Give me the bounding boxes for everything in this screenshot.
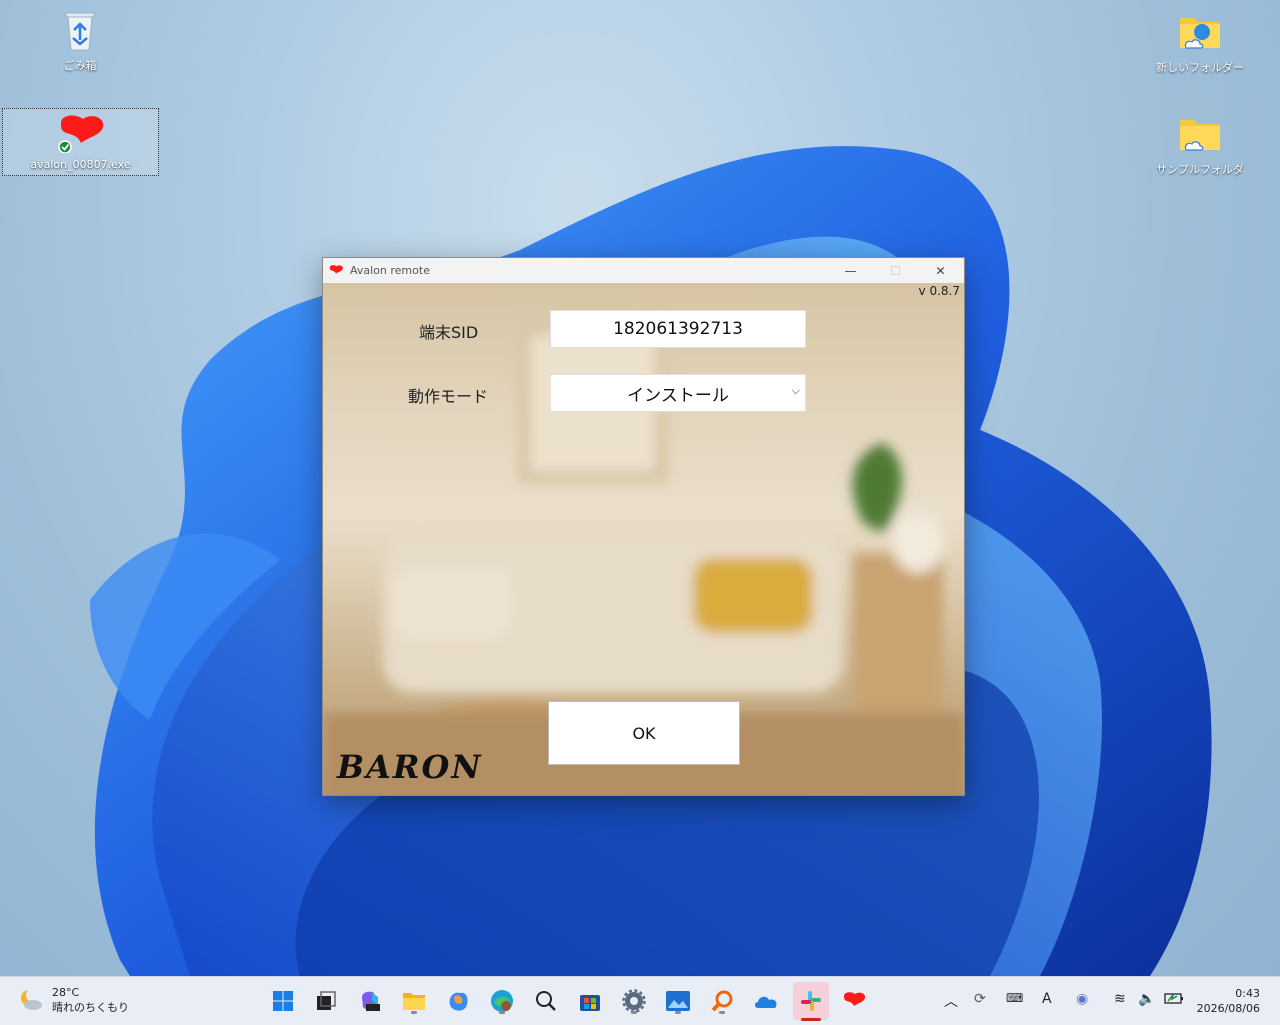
onedrive-button[interactable]	[751, 986, 781, 1016]
active-indicator	[801, 1018, 821, 1021]
store-icon	[580, 995, 600, 1011]
file-explorer-icon	[403, 993, 425, 1010]
sid-field[interactable]: 182061392713	[550, 310, 806, 348]
desktop-icon-new-folder[interactable]: 新しいフォルダー	[1150, 10, 1250, 74]
ok-button[interactable]: OK	[548, 701, 740, 765]
m365-button[interactable]	[355, 986, 385, 1016]
search-button[interactable]	[531, 986, 561, 1016]
baron-logo: BARON	[337, 748, 483, 786]
folder-icon	[1180, 18, 1220, 49]
taskbar: 28°C 晴れのちくもり ︿ ⟳ ⌨ A ◉ ≋ 🔈 0:43 2026/08/…	[0, 976, 1280, 1025]
desktop-icon-label: avalon_00807.exe	[30, 158, 131, 171]
minimize-button[interactable]: —	[828, 258, 873, 283]
ime-indicator[interactable]: A	[1042, 991, 1052, 1007]
edge-button[interactable]	[487, 986, 517, 1016]
photos-icon	[666, 991, 690, 1011]
clock-date: 2026/08/06	[1196, 1002, 1260, 1015]
volume-icon[interactable]: 🔈	[1138, 991, 1155, 1007]
avalon-remote-window: Avalon remote — ☐ ✕ v 0.8.7 端末SID 182061…	[322, 257, 965, 796]
desktop-icon-label: ごみ箱	[63, 59, 97, 72]
search-tool-button[interactable]	[707, 986, 737, 1016]
task-view-button[interactable]	[311, 986, 341, 1016]
chevron-down-icon: ⌵	[791, 384, 800, 397]
slack-icon	[801, 991, 821, 1011]
running-indicator	[411, 1011, 417, 1014]
avalon-taskbar-button[interactable]	[839, 986, 869, 1016]
recycle-bin-icon	[65, 12, 95, 51]
weather-widget[interactable]: 28°C 晴れのちくもり	[18, 985, 129, 1015]
weather-desc: 晴れのちくもり	[52, 1001, 129, 1014]
user-tray-icon[interactable]: ◉	[1076, 991, 1088, 1007]
sid-label: 端末SID	[419, 323, 479, 342]
search-tool-icon	[711, 990, 733, 1012]
sid-value: 182061392713	[613, 319, 743, 339]
avalon-app-icon	[329, 265, 343, 274]
copilot-icon	[449, 992, 468, 1011]
running-indicator	[675, 1011, 681, 1014]
weather-moon-cloud-icon	[21, 988, 42, 1010]
photos-button[interactable]	[663, 986, 693, 1016]
start-icon	[273, 991, 293, 1011]
running-indicator	[631, 1011, 637, 1014]
copilot-button[interactable]	[443, 986, 473, 1016]
window-client-area: v 0.8.7 端末SID 182061392713 動作モード インストール …	[323, 283, 964, 795]
avalon-app-icon	[57, 115, 103, 154]
maximize-button[interactable]: ☐	[873, 258, 918, 283]
desktop-icon-label: 新しいフォルダー	[1156, 61, 1244, 74]
m365-icon	[362, 991, 380, 1011]
task-view-icon	[317, 991, 336, 1010]
window-titlebar[interactable]: Avalon remote — ☐ ✕	[323, 258, 964, 283]
running-indicator	[499, 1011, 505, 1014]
logo-text: BARON	[337, 748, 483, 786]
window-title: Avalon remote	[350, 264, 430, 277]
desktop-icon-avalon-exe[interactable]: avalon_00807.exe	[2, 108, 159, 176]
battery-icon[interactable]	[1164, 991, 1184, 1009]
onedrive-icon	[755, 996, 777, 1008]
keyboard-icon[interactable]: ⌨	[1006, 991, 1023, 1005]
settings-button[interactable]	[619, 986, 649, 1016]
mode-label: 動作モード	[408, 387, 489, 406]
running-indicator	[719, 1011, 725, 1014]
desktop-icon-sample-folder[interactable]: サンプルフォルダ	[1150, 112, 1250, 176]
avalon-app-icon	[844, 992, 866, 1006]
slack-button[interactable]	[793, 982, 829, 1021]
version-text: v 0.8.7	[918, 284, 960, 298]
mode-select[interactable]: インストール ⌵	[550, 374, 806, 412]
folder-icon	[1180, 120, 1220, 151]
search-icon	[536, 991, 556, 1011]
start-button[interactable]	[268, 986, 298, 1016]
chevron-up-icon[interactable]: ︿	[944, 991, 958, 1011]
desktop-icon-label: サンプルフォルダ	[1156, 163, 1244, 176]
ok-button-label: OK	[632, 723, 656, 743]
mode-value: インストール	[627, 385, 729, 406]
clock[interactable]: 0:43 2026/08/06	[1197, 986, 1260, 1016]
close-button[interactable]: ✕	[918, 258, 963, 283]
file-explorer-button[interactable]	[399, 986, 429, 1016]
settings-icon	[622, 989, 646, 1013]
clock-time: 0:43	[1235, 987, 1260, 1000]
sync-icon[interactable]: ⟳	[974, 991, 986, 1007]
wifi-icon[interactable]: ≋	[1114, 991, 1126, 1007]
desktop-icon-recycle-bin[interactable]: ごみ箱	[30, 8, 130, 72]
weather-temp: 28°C	[52, 986, 80, 999]
edge-icon	[491, 990, 513, 1012]
store-button[interactable]	[575, 986, 605, 1016]
